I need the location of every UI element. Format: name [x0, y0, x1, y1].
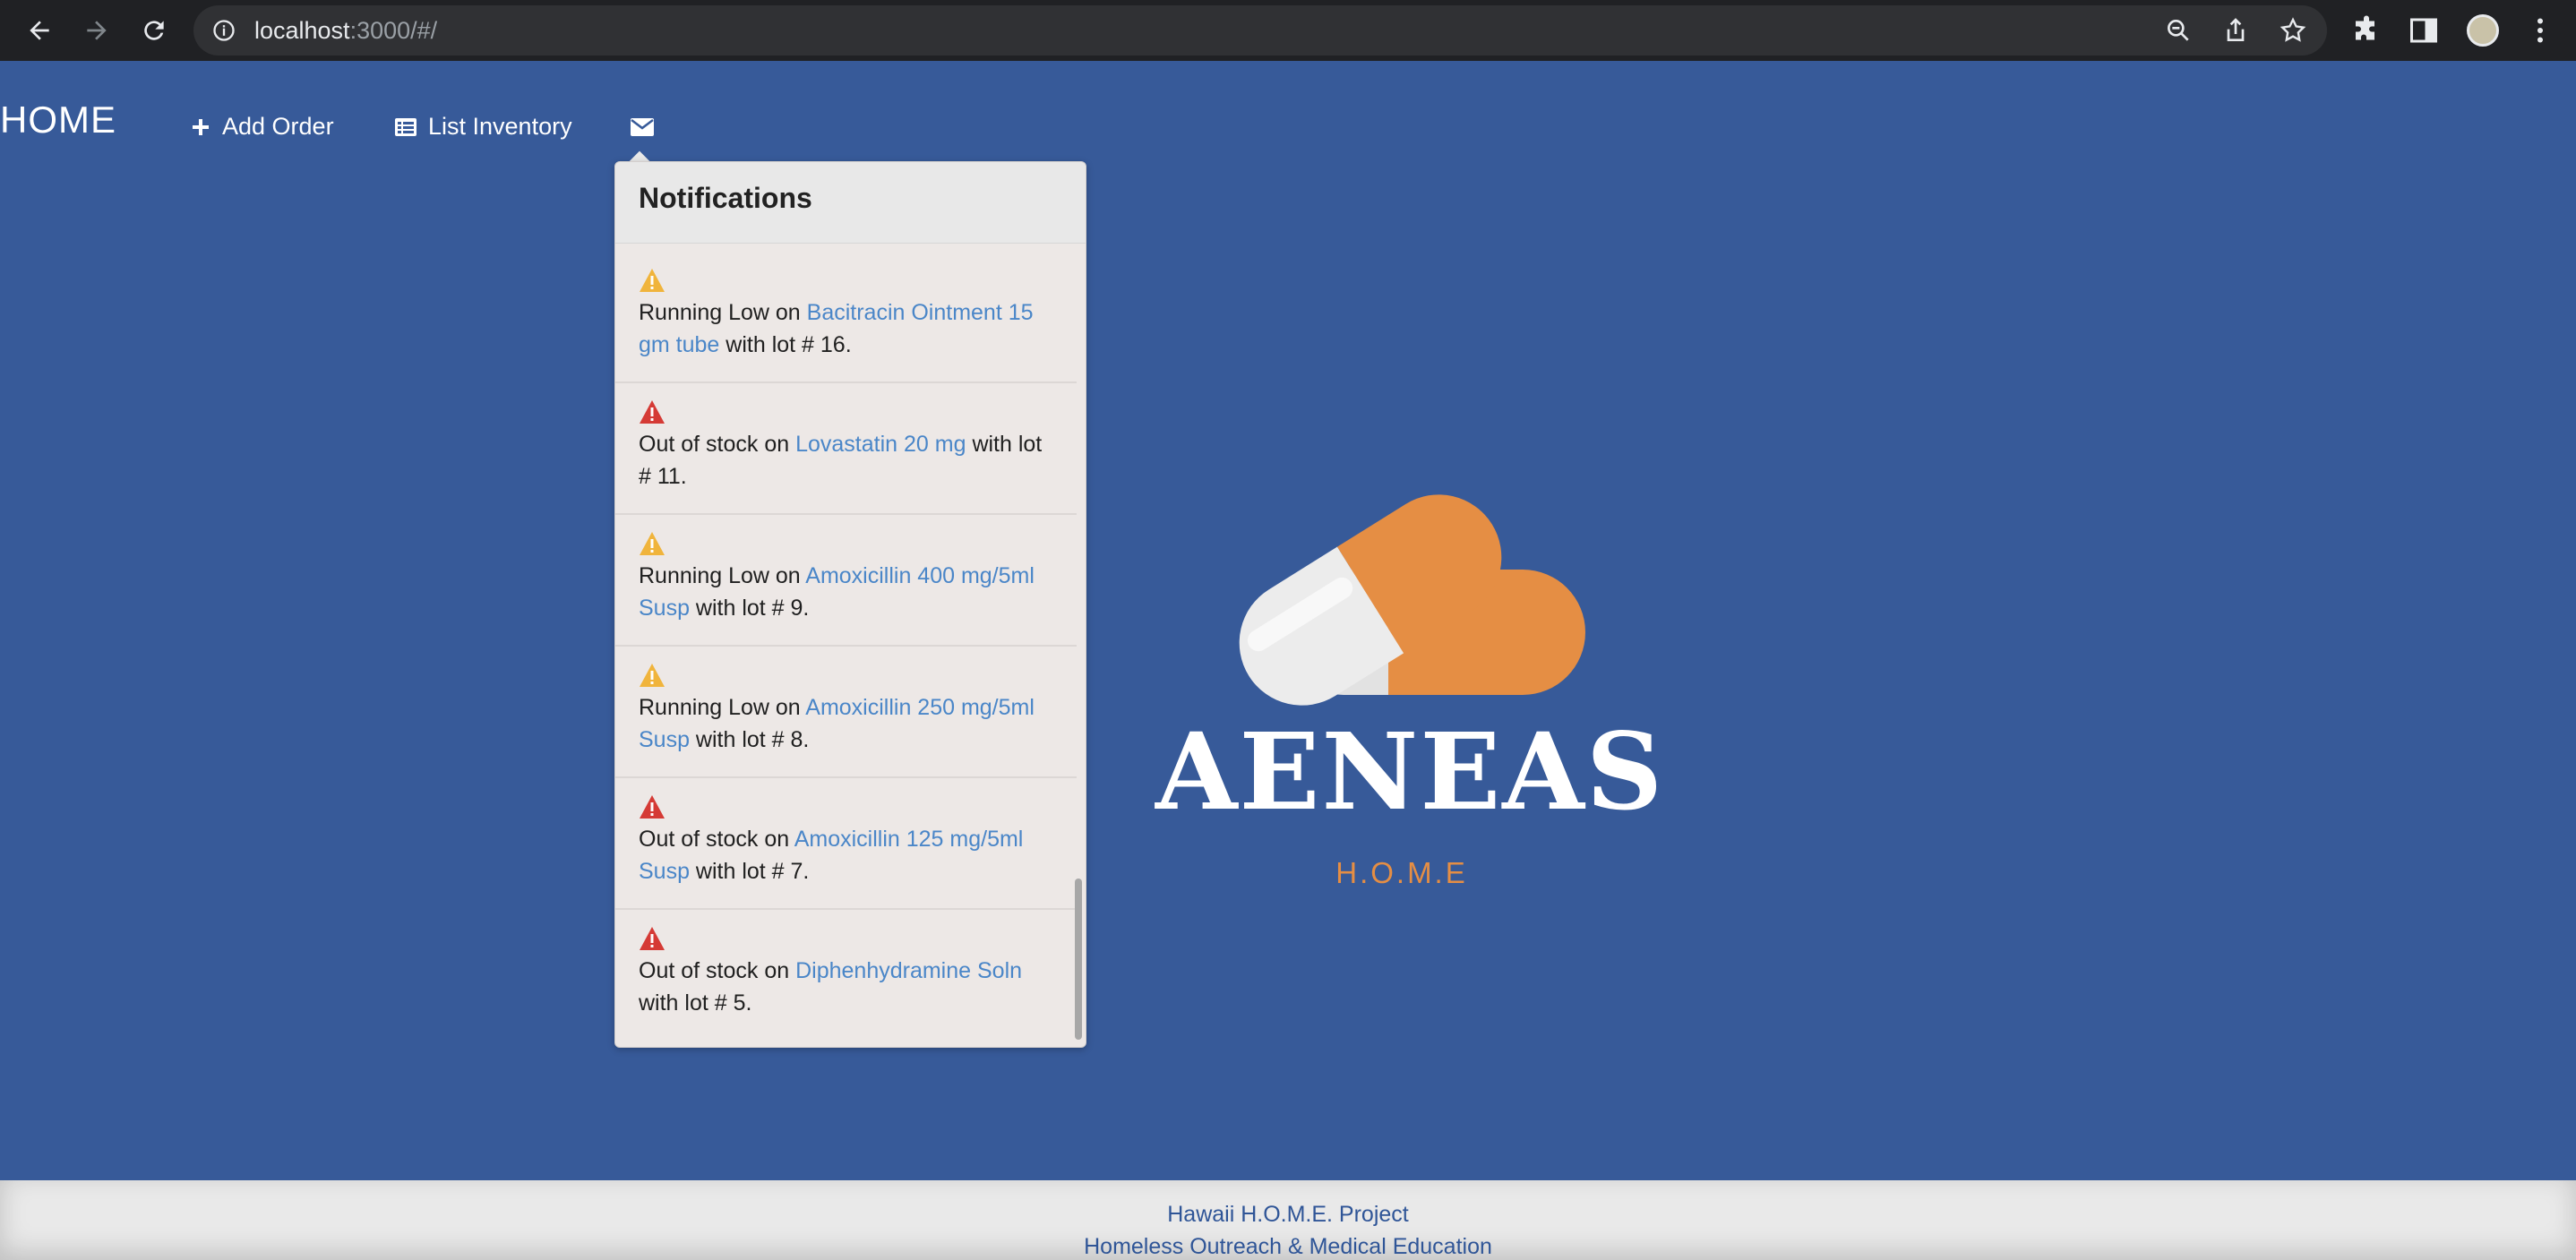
- notifications-header: Notifications: [615, 162, 1086, 244]
- add-order-link[interactable]: Add Order: [190, 113, 334, 141]
- notification-item: Running Low on Amoxicillin 250 mg/5ml Su…: [615, 647, 1077, 778]
- notification-text: Running Low on Amoxicillin 250 mg/5ml Su…: [639, 695, 1035, 752]
- notification-item: Out of stock on Amoxicillin 125 mg/5ml S…: [615, 778, 1077, 910]
- warning-icon: [640, 664, 665, 687]
- reload-icon[interactable]: [136, 13, 172, 48]
- danger-icon: [640, 795, 665, 819]
- brand-home-link[interactable]: HOME: [0, 99, 116, 141]
- danger-icon: [640, 400, 665, 424]
- notification-text: Running Low on Bacitracin Ointment 15 gm…: [639, 300, 1034, 357]
- back-icon[interactable]: [21, 13, 57, 48]
- notifications-popup: Notifications Running Low on Bacitracin …: [614, 161, 1086, 1048]
- zoom-icon[interactable]: [2164, 16, 2193, 45]
- list-icon: [395, 117, 416, 136]
- notification-text: Running Low on Amoxicillin 400 mg/5ml Su…: [639, 563, 1035, 621]
- extensions-icon[interactable]: [2350, 14, 2383, 47]
- notification-text: Out of stock on Diphenhydramine Soln wit…: [639, 958, 1023, 1016]
- notification-text: Out of stock on Amoxicillin 125 mg/5ml S…: [639, 827, 1024, 884]
- add-order-label: Add Order: [222, 113, 334, 140]
- notification-text: Out of stock on Lovastatin 20 mg with lo…: [639, 432, 1043, 489]
- warning-icon: [640, 532, 665, 555]
- notification-list: Running Low on Bacitracin Ointment 15 gm…: [615, 252, 1077, 1041]
- pill-logo: [1239, 494, 1585, 706]
- list-inventory-link[interactable]: List Inventory: [394, 113, 572, 141]
- warning-icon: [640, 269, 665, 292]
- envelope-icon[interactable]: [631, 118, 654, 136]
- footer: Hawaii H.O.M.E. Project Homeless Outreac…: [0, 1180, 2576, 1260]
- medication-link[interactable]: Lovastatin 20 mg: [795, 432, 966, 457]
- notifications-title: Notifications: [639, 182, 812, 214]
- medication-link[interactable]: Diphenhydramine Soln: [795, 958, 1022, 983]
- list-inventory-label: List Inventory: [428, 113, 572, 140]
- notification-item: Running Low on Bacitracin Ointment 15 gm…: [615, 252, 1077, 383]
- browser-toolbar: localhost:3000/#/: [0, 0, 2576, 61]
- notification-item: Out of stock on Lovastatin 20 mg with lo…: [615, 383, 1077, 515]
- address-bar[interactable]: localhost:3000/#/: [193, 5, 2327, 56]
- notification-item: Out of stock on Diphenhydramine Soln wit…: [615, 910, 1077, 1041]
- notifications-scrollbar[interactable]: [1075, 879, 1082, 1040]
- share-icon[interactable]: [2221, 16, 2250, 45]
- info-icon[interactable]: [211, 18, 236, 43]
- notification-item: Running Low on Amoxicillin 400 mg/5ml Su…: [615, 515, 1077, 647]
- forward-icon[interactable]: [79, 13, 115, 48]
- app-logo-subtitle: H.O.M.E: [1335, 856, 1468, 889]
- footer-line-2: Homeless Outreach & Medical Education: [1084, 1234, 1492, 1259]
- profile-avatar[interactable]: [2467, 14, 2499, 47]
- menu-icon[interactable]: [2524, 14, 2556, 47]
- danger-icon: [640, 927, 665, 950]
- sidepanel-icon[interactable]: [2408, 14, 2440, 47]
- star-icon[interactable]: [2279, 16, 2307, 45]
- plus-icon: [193, 118, 209, 135]
- app-logo-title: AENEAS: [1155, 709, 1665, 834]
- footer-line-1: Hawaii H.O.M.E. Project: [1167, 1202, 1409, 1227]
- url-text[interactable]: localhost:3000/#/: [254, 17, 437, 45]
